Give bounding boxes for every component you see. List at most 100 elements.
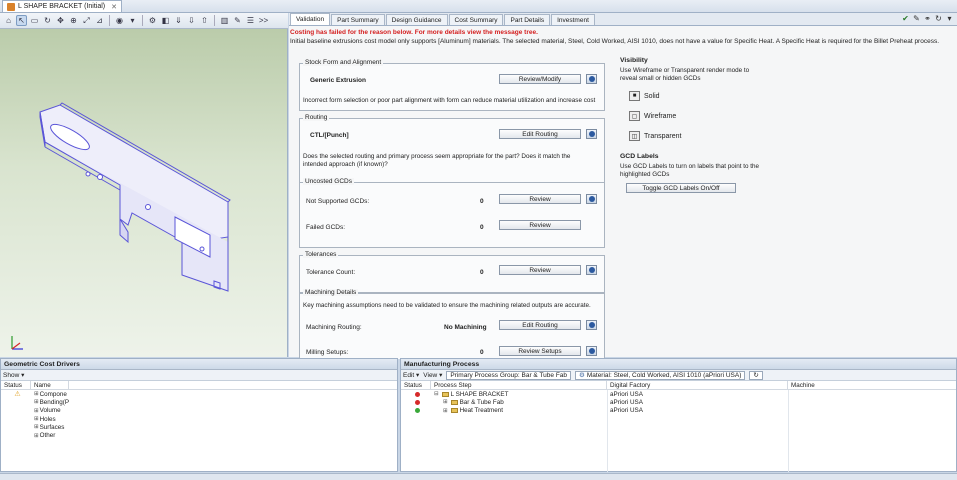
settings-icon[interactable]: ⚙ [147, 15, 158, 26]
digital-factory: aPriori USA [610, 398, 643, 406]
list-item[interactable]: ⊞ Holes [1, 415, 397, 423]
fit-icon[interactable]: ⤢ [81, 15, 92, 26]
material-selector[interactable]: ⚙ Material: Steel, Cold Worked, AISI 1010… [575, 370, 746, 380]
pan-icon[interactable]: ✥ [55, 15, 66, 26]
not-supported-count: 0 [480, 198, 484, 205]
table-row[interactable]: ⊟ L SHAPE BRACKET aPriori USA [401, 390, 956, 398]
camera-icon[interactable]: ◉ [114, 15, 125, 26]
box-select-icon[interactable]: ▭ [29, 15, 40, 26]
measure-icon[interactable]: ⊿ [94, 15, 105, 26]
name-column[interactable]: Name [31, 380, 69, 390]
arrow-down-icon[interactable]: ⇩ [186, 15, 197, 26]
expand-icon[interactable]: ⊞ [443, 399, 448, 405]
render-solid-option[interactable]: ■ Solid [629, 91, 860, 101]
routing-value: CTL/[Punch] [310, 132, 349, 139]
review-modify-button[interactable]: Review/Modify [499, 74, 581, 84]
info-icon[interactable] [586, 74, 597, 84]
edit-routing-button[interactable]: Edit Routing [499, 320, 581, 330]
toggle-gcd-labels-button[interactable]: Toggle GCD Labels On/Off [626, 183, 736, 193]
zoom-icon[interactable]: ⊕ [68, 15, 79, 26]
toolbar-separator [109, 15, 110, 26]
uncosted-gcds-group: Uncosted GCDs Not Supported GCDs: 0 Revi… [299, 178, 605, 248]
layers-icon[interactable]: ☰ [245, 15, 256, 26]
part-icon [7, 2, 15, 11]
info-icon[interactable] [586, 194, 597, 204]
status-column[interactable]: Status [401, 380, 431, 390]
table-row[interactable]: ⊞ Bar & Tube Fab aPriori USA [401, 398, 956, 406]
expand-icon[interactable]: ⊞ [34, 408, 39, 414]
tab-cost-summary[interactable]: Cost Summary [448, 14, 504, 25]
toolbar-separator [142, 15, 143, 26]
machine-column[interactable]: Machine [788, 381, 956, 390]
review-setups-button[interactable]: Review Setups [499, 346, 581, 356]
home-icon[interactable]: ⌂ [3, 15, 14, 26]
more-button[interactable]: >> [258, 15, 269, 26]
tab-part-summary[interactable]: Part Summary [331, 14, 385, 25]
rotate-icon[interactable]: ↻ [42, 15, 53, 26]
failed-gcds-count: 0 [480, 224, 484, 231]
check-icon[interactable]: ✔ [901, 14, 910, 23]
tab-design-guidance[interactable]: Design Guidance [385, 14, 448, 25]
list-item-label: Volume [39, 407, 61, 415]
list-item[interactable]: ⊞ Bending(P [1, 398, 397, 406]
review-button[interactable]: Review [499, 194, 581, 204]
solid-render-icon[interactable]: ■ [629, 91, 640, 101]
menu-icon[interactable]: ▾ [945, 14, 954, 23]
expand-icon[interactable]: ⊞ [34, 424, 39, 430]
transparent-render-icon[interactable]: ◫ [629, 131, 640, 141]
process-group-selector[interactable]: Primary Process Group: Bar & Tube Fab [446, 370, 572, 380]
info-icon[interactable] [586, 320, 597, 330]
table-row[interactable]: ⊞ Heat Treatment aPriori USA [401, 407, 956, 415]
status-column[interactable]: Status [1, 380, 31, 390]
chart-icon[interactable]: ▥ [219, 15, 230, 26]
info-icon[interactable] [586, 265, 597, 275]
expand-icon[interactable]: ⊞ [443, 408, 448, 414]
expand-icon[interactable]: ⊞ [34, 399, 39, 405]
digital-factory-column[interactable]: Digital Factory [607, 380, 788, 390]
title-bar: L SHAPE BRACKET (Initial) ✕ [0, 0, 957, 13]
review-button[interactable]: Review [499, 220, 581, 230]
arrow-down-icon[interactable]: ⇓ [173, 15, 184, 26]
info-icon[interactable] [586, 129, 597, 139]
link-icon[interactable]: ⚭ [923, 14, 932, 23]
refresh-icon[interactable]: ↻ [749, 370, 763, 380]
stock-value: Generic Extrusion [310, 77, 366, 84]
list-item[interactable]: ⊞ Other [1, 431, 397, 439]
arrow-up-icon[interactable]: ⇧ [199, 15, 210, 26]
list-item[interactable]: ⊞ Volume [1, 407, 397, 415]
refresh-icon[interactable]: ↻ [934, 14, 943, 23]
view-options-icon[interactable]: ▾ [127, 15, 138, 26]
wireframe-render-icon[interactable]: ▢ [629, 111, 640, 121]
review-button[interactable]: Review [499, 265, 581, 275]
edit-icon[interactable]: ✎ [232, 15, 243, 26]
manufacturing-header: Status Process Step Digital Factory Mach… [401, 380, 956, 390]
view-menu[interactable]: View ▾ [423, 371, 442, 379]
cost-drivers-title: Geometric Cost Drivers [1, 359, 397, 370]
edit-icon[interactable]: ✎ [912, 14, 921, 23]
tab-validation[interactable]: Validation [290, 13, 331, 25]
process-step-column[interactable]: Process Step [431, 380, 607, 390]
wireframe-label: Wireframe [644, 112, 677, 120]
render-transparent-option[interactable]: ◫ Transparent [629, 131, 860, 141]
tab-part-details[interactable]: Part Details [504, 14, 551, 25]
3d-viewer[interactable]: ⌂ ↖ ▭ ↻ ✥ ⊕ ⤢ ⊿ ◉ ▾ ⚙ ◧ ⇓ ⇩ ⇧ ▥ ✎ ☰ >> [0, 13, 288, 357]
list-item[interactable]: ⚠ ⊞ Compone [1, 390, 397, 399]
render-wireframe-option[interactable]: ▢ Wireframe [629, 111, 860, 121]
expand-icon[interactable]: ⊞ [34, 416, 39, 422]
document-tab-label: L SHAPE BRACKET (Initial) [18, 3, 106, 10]
show-dropdown[interactable]: Show ▾ [3, 371, 24, 379]
tab-investment[interactable]: Investment [551, 14, 595, 25]
expand-icon[interactable]: ⊞ [34, 391, 39, 397]
section-icon[interactable]: ◧ [160, 15, 171, 26]
part-model[interactable] [0, 27, 288, 357]
info-icon[interactable] [586, 346, 597, 356]
close-icon[interactable]: ✕ [111, 3, 117, 11]
edit-menu[interactable]: Edit ▾ [403, 371, 419, 379]
select-icon[interactable]: ↖ [16, 15, 27, 26]
edit-routing-button[interactable]: Edit Routing [499, 129, 581, 139]
document-tab[interactable]: L SHAPE BRACKET (Initial) ✕ [2, 0, 123, 12]
collapse-icon[interactable]: ⊟ [434, 391, 439, 397]
list-item[interactable]: ⊞ Surfaces [1, 423, 397, 431]
expand-icon[interactable]: ⊞ [34, 433, 39, 439]
folder-icon [450, 408, 458, 414]
